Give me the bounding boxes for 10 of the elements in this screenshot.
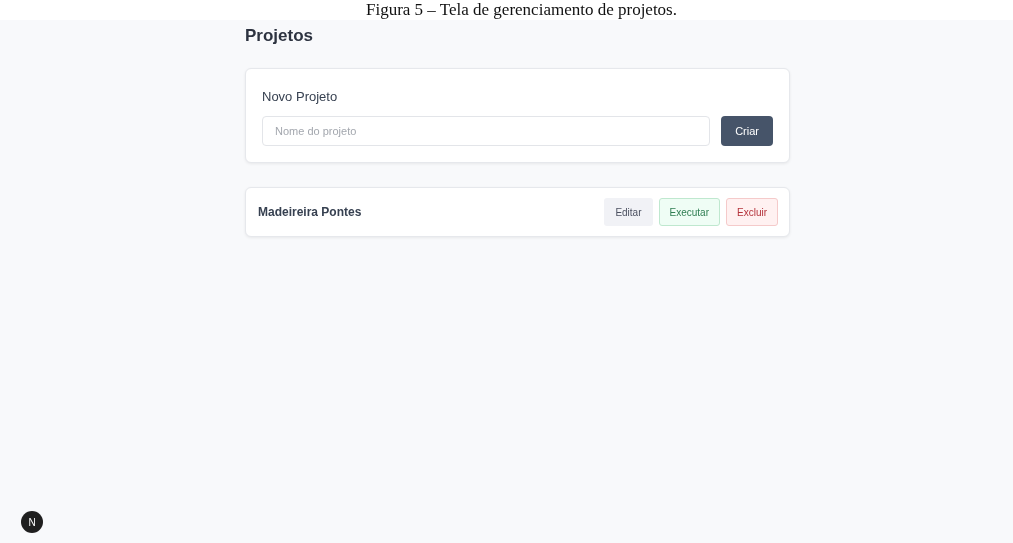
execute-button[interactable]: Executar	[658, 198, 720, 226]
dev-badge[interactable]: N	[21, 511, 43, 533]
project-name: Madeireira Pontes	[258, 205, 362, 219]
card-title: Novo Projeto	[262, 89, 339, 104]
edit-button[interactable]: Editar	[604, 198, 653, 226]
page-title: Projetos	[245, 25, 315, 47]
delete-button[interactable]: Excluir	[726, 198, 778, 226]
figure-caption: Figura 5 – Tela de gerenciamento de projetos.	[366, 0, 677, 20]
project-name-field[interactable]: Nome do projeto	[262, 116, 711, 146]
create-button[interactable]: Criar	[721, 116, 773, 146]
